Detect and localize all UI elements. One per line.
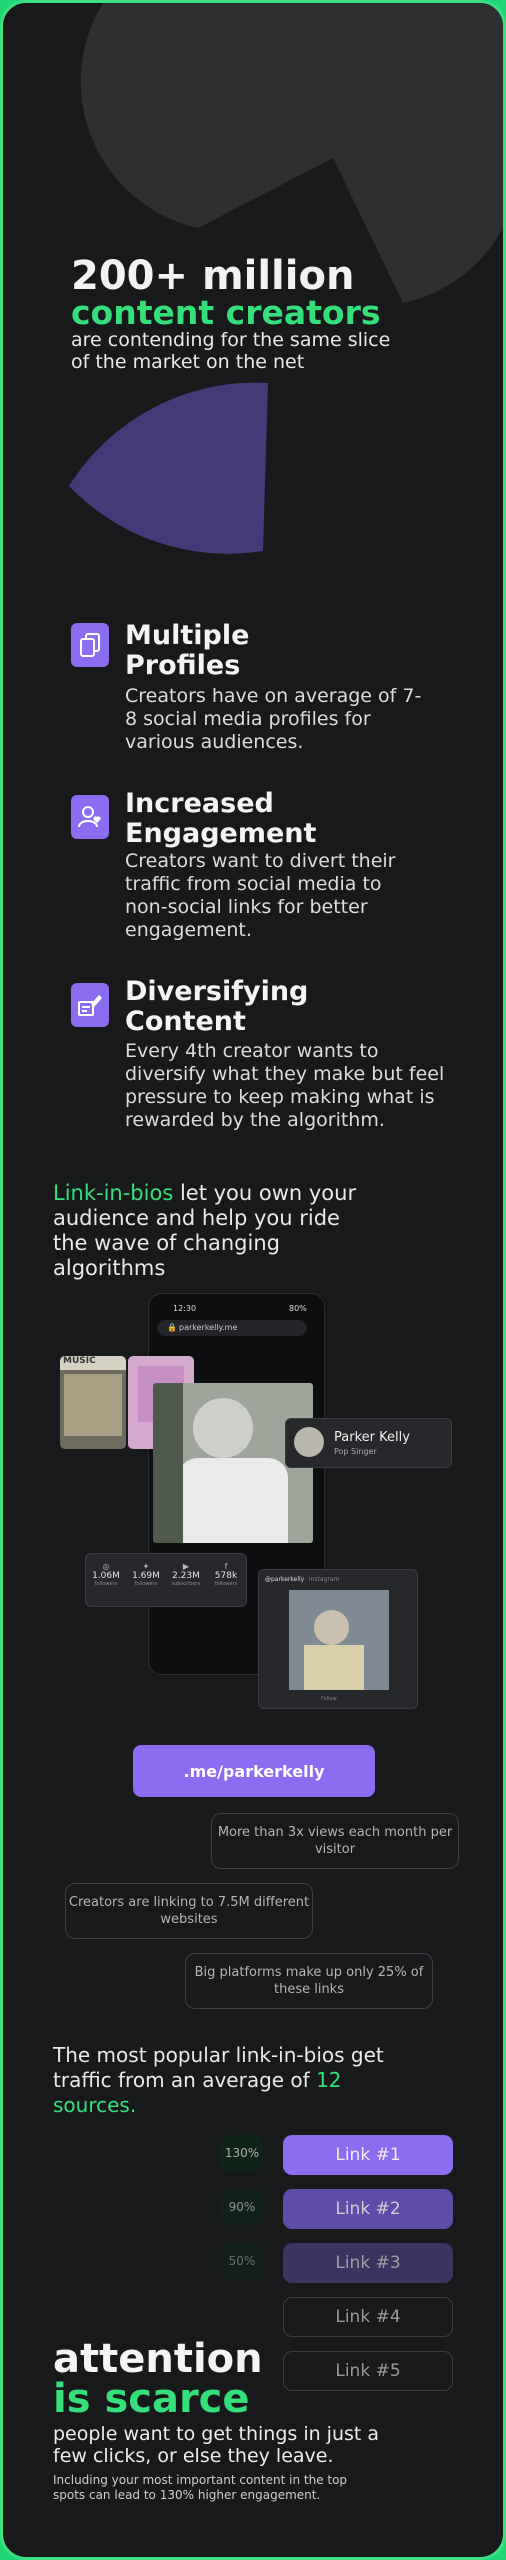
- twitter-icon: ✦: [142, 1562, 150, 1571]
- social-stat-value: 2.23M: [172, 1571, 200, 1581]
- profile-name: Parker Kelly: [334, 1430, 410, 1445]
- social-stat-label: followers: [214, 1581, 238, 1587]
- link-2-percent: 90%: [221, 2189, 263, 2225]
- post-handle: @parkerkelly: [265, 1576, 305, 1583]
- social-stat: ◎ 1.06M followers: [89, 1562, 123, 1587]
- purple-sector-shape: [69, 382, 268, 554]
- post-source: · Instagram: [305, 1576, 340, 1583]
- link-4-button[interactable]: Link #4: [283, 2297, 453, 2337]
- stacked-pages-icon: [71, 623, 109, 667]
- feature-text: Creators have on average of 7-8 social m…: [125, 685, 422, 753]
- linkinbio-highlight: Link-in-bios: [53, 1181, 174, 1205]
- attention-title: attention: [53, 2336, 263, 2382]
- social-stat-label: followers: [94, 1581, 118, 1587]
- social-stat: ▶ 2.23M subscribers: [169, 1562, 203, 1587]
- browser-url: parkerkelly.me: [179, 1323, 238, 1332]
- social-stat-label: subscribers: [171, 1581, 201, 1587]
- social-stats-card: ◎ 1.06M followers ✦ 1.69M followers ▶ 2.23M subs…: [85, 1553, 247, 1607]
- attention-note: Including your most important content in…: [53, 2473, 348, 2502]
- social-stat-value: 1.69M: [132, 1571, 160, 1581]
- profile-name-card[interactable]: Parker Kelly Pop Singer: [285, 1418, 452, 1468]
- attention-subtitle: people want to get things in just a few …: [53, 2423, 380, 2467]
- feature-title: Increased Engagement: [125, 788, 317, 849]
- callout-websites: Creators are linking to 7.5M different w…: [65, 1883, 313, 1939]
- attention-highlight: is scarce: [53, 2376, 250, 2422]
- lock-icon: 🔒: [167, 1323, 177, 1332]
- link-3-percent: 50%: [221, 2243, 263, 2279]
- callout-platforms: Big platforms make up only 25% of these …: [185, 1953, 433, 2009]
- sources-statement: The most popular link-in-bios get traffi…: [53, 2043, 403, 2118]
- social-stat: ✦ 1.69M followers: [129, 1562, 163, 1587]
- hero-subtitle: are contending for the same slice of the…: [71, 329, 391, 373]
- post-caption: Follow: [321, 1696, 337, 1702]
- album-cover-image: [64, 1374, 122, 1436]
- feature-title: Diversifying Content: [125, 976, 309, 1037]
- facebook-icon: f: [224, 1562, 228, 1571]
- feature-text: Every 4th creator wants to diversify wha…: [125, 1040, 445, 1131]
- social-stat: f 578k followers: [209, 1562, 243, 1587]
- feature-increased-engagement: [71, 795, 109, 839]
- social-stat-value: 1.06M: [92, 1571, 120, 1581]
- music-label: MUSIC: [60, 1356, 126, 1370]
- hero-highlight: content creators: [71, 293, 381, 332]
- callout-views: More than 3x views each month per visito…: [211, 1813, 459, 1869]
- link-2-button[interactable]: Link #2: [283, 2189, 453, 2229]
- social-stat-label: followers: [134, 1581, 158, 1587]
- link-3-button[interactable]: Link #3: [283, 2243, 453, 2283]
- feature-diversifying-content: [71, 983, 109, 1027]
- youtube-icon: ▶: [182, 1562, 190, 1571]
- feature-text: Creators want to divert their traffic fr…: [125, 850, 396, 941]
- feature-title: Multiple Profiles: [125, 620, 250, 681]
- phone-time: 12:30: [173, 1304, 197, 1313]
- browser-address-bar[interactable]: 🔒 parkerkelly.me: [157, 1320, 307, 1336]
- link-1-percent: 130%: [221, 2135, 263, 2171]
- user-heart-icon: [71, 795, 109, 839]
- phone-battery: 80%: [289, 1304, 307, 1313]
- music-album-card[interactable]: MUSIC: [60, 1356, 126, 1449]
- domain-button[interactable]: .me/parkerkelly: [133, 1745, 375, 1797]
- edit-layout-icon: [71, 983, 109, 1027]
- profile-role: Pop Singer: [334, 1447, 377, 1456]
- social-stat-value: 578k: [214, 1571, 238, 1581]
- linkinbio-statement: Link-in-bios let you own your audience a…: [53, 1181, 373, 1281]
- instagram-post-card[interactable]: @parkerkelly · Instagram Follow: [258, 1569, 418, 1709]
- avatar: [294, 1427, 324, 1457]
- link-1-button[interactable]: Link #1: [283, 2135, 453, 2175]
- hero-title: 200+ million: [71, 253, 355, 299]
- feature-multiple-profiles: [71, 623, 109, 667]
- instagram-icon: ◎: [102, 1562, 110, 1571]
- link-5-button[interactable]: Link #5: [283, 2351, 453, 2391]
- post-image: [289, 1590, 389, 1690]
- infographic-frame: 200+ million content creators are conten…: [0, 0, 506, 2560]
